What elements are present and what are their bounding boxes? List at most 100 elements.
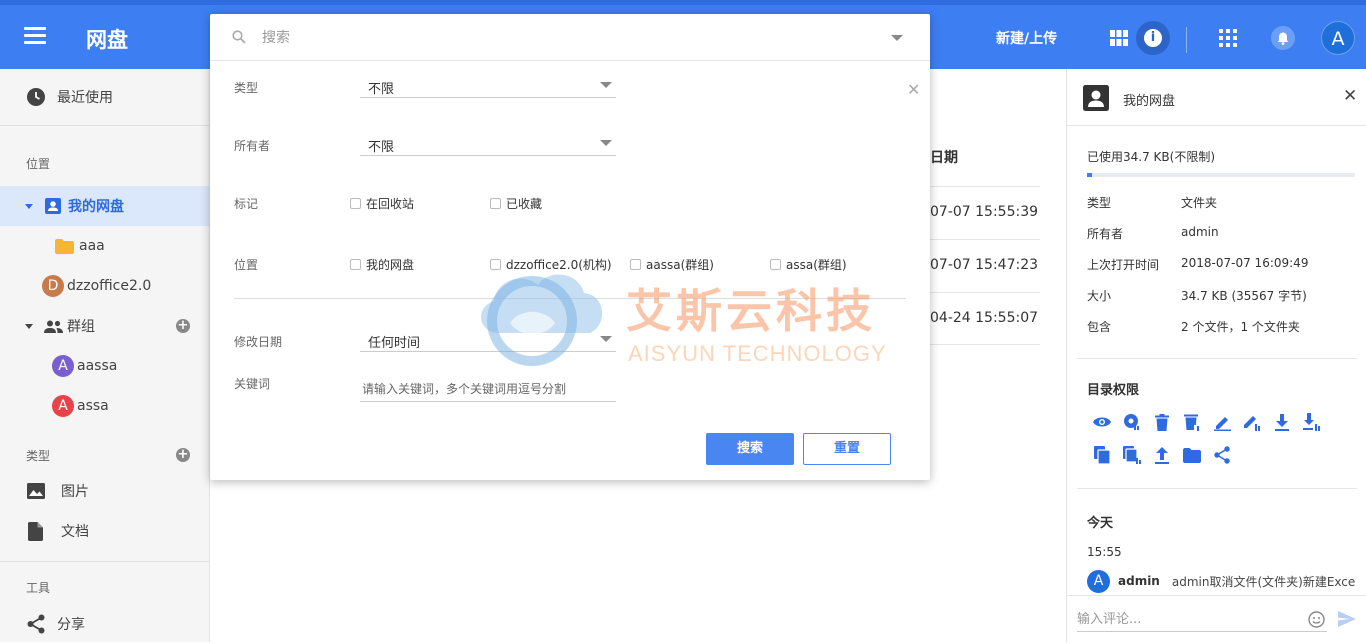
- sidebar-item-my-disk[interactable]: 我的网盘: [0, 186, 209, 226]
- edit-others-icon[interactable]: [1243, 413, 1261, 431]
- sidebar-item-recent[interactable]: 最近使用: [0, 77, 209, 117]
- app-title: 网盘: [86, 28, 128, 52]
- share-icon[interactable]: [1213, 446, 1231, 464]
- prop-value: admin: [1181, 225, 1219, 239]
- delete-icon[interactable]: [1153, 413, 1171, 431]
- usage-text: 已使用34.7 KB(不限制): [1087, 150, 1215, 164]
- sidebar-item-share[interactable]: 分享: [0, 604, 209, 644]
- sidebar-item-documents[interactable]: 文档: [0, 511, 209, 551]
- checkbox-label: dzzoffice2.0(机构): [506, 258, 612, 272]
- details-panel: 我的网盘 ✕ 已使用34.7 KB(不限制) 类型 文件夹 所有者 admin …: [1066, 69, 1366, 642]
- sidebar-item-images[interactable]: 图片: [0, 471, 209, 511]
- type-select-value: 不限: [368, 82, 395, 97]
- prop-label: 大小: [1087, 289, 1112, 303]
- search-input[interactable]: [262, 27, 862, 49]
- menu-icon[interactable]: [24, 27, 46, 45]
- close-icon[interactable]: ✕: [1343, 86, 1357, 106]
- table-row[interactable]: 04-24 15:55:07: [930, 292, 1040, 345]
- search-options-caret-icon[interactable]: [891, 35, 903, 41]
- user-avatar[interactable]: A: [1321, 21, 1355, 55]
- download-others-icon[interactable]: [1303, 413, 1321, 431]
- document-icon: [28, 521, 43, 541]
- add-group-icon[interactable]: +: [176, 319, 190, 333]
- location-section-title: 位置: [26, 157, 51, 171]
- type-filter-label: 类型: [234, 81, 259, 95]
- share-icon: [27, 614, 45, 634]
- recycle-bin-checkbox[interactable]: 在回收站: [350, 195, 414, 212]
- checkbox-label: 在回收站: [366, 197, 415, 211]
- prop-value: 2 个文件，1 个文件夹: [1181, 320, 1300, 334]
- upload-icon[interactable]: [1153, 446, 1171, 464]
- checkbox-label: assa(群组): [786, 258, 847, 272]
- location-my-disk-checkbox[interactable]: 我的网盘: [350, 256, 414, 273]
- view-icon[interactable]: [1093, 413, 1111, 431]
- bell-icon[interactable]: [1266, 21, 1300, 55]
- sidebar-item-org[interactable]: D dzzoffice2.0: [0, 266, 209, 306]
- details-header: 我的网盘 ✕: [1067, 69, 1366, 126]
- info-icon[interactable]: i: [1136, 21, 1170, 55]
- caret-down-icon[interactable]: [25, 203, 33, 209]
- view-others-icon[interactable]: [1123, 413, 1141, 431]
- search-icon: [232, 30, 246, 44]
- activity-text: admin取消文件(文件夹)新建Exce: [1171, 574, 1356, 589]
- sidebar-item-label: aassa: [77, 358, 118, 374]
- checkbox-label: aassa(群组): [646, 258, 714, 272]
- sidebar-item-folder-aaa[interactable]: aaa: [0, 226, 209, 266]
- new-folder-icon[interactable]: [1183, 446, 1201, 464]
- top-divider: [1186, 27, 1187, 53]
- sidebar-item-label: 最近使用: [57, 90, 113, 106]
- activity-time: 15:55: [1087, 545, 1122, 559]
- activity-title: 今天: [1087, 516, 1114, 531]
- type-select[interactable]: 不限: [360, 72, 616, 98]
- add-type-icon[interactable]: +: [176, 448, 190, 462]
- folder-icon: [55, 238, 74, 254]
- location-group-assa-checkbox[interactable]: assa(群组): [770, 256, 847, 273]
- owner-select-value: 不限: [368, 140, 395, 155]
- favorited-checkbox[interactable]: 已收藏: [490, 195, 542, 212]
- user-box-icon: [45, 198, 61, 214]
- modified-date-select[interactable]: 任何时间: [360, 326, 616, 352]
- delete-others-icon[interactable]: [1183, 413, 1201, 431]
- sidebar-item-group-assa[interactable]: A assa: [0, 386, 209, 426]
- activity-item[interactable]: A admin admin取消文件(文件夹)新建Exce: [1087, 569, 1357, 593]
- location-group-aassa-checkbox[interactable]: aassa(群组): [630, 256, 714, 273]
- emoji-icon[interactable]: [1308, 611, 1325, 628]
- prop-value: 2018-07-07 16:09:49: [1181, 256, 1309, 270]
- location-org-checkbox[interactable]: dzzoffice2.0(机构): [490, 256, 612, 273]
- grid-view-icon[interactable]: [1102, 21, 1136, 55]
- apps-icon[interactable]: [1211, 21, 1245, 55]
- filter-divider: [234, 298, 906, 299]
- location-filter-label: 位置: [234, 258, 259, 272]
- edit-icon[interactable]: [1213, 413, 1231, 431]
- sidebar-item-group-aassa[interactable]: A aassa: [0, 346, 209, 386]
- sidebar-item-label: 文档: [61, 524, 89, 540]
- send-icon[interactable]: [1338, 611, 1356, 627]
- row-date: 07-07 15:55:39: [930, 204, 1039, 220]
- copy-others-icon[interactable]: [1123, 446, 1141, 464]
- close-icon[interactable]: ✕: [907, 80, 920, 99]
- group-avatar: A: [52, 395, 74, 417]
- row-date: 04-24 15:55:07: [930, 310, 1039, 326]
- sidebar-divider: [0, 125, 209, 126]
- reset-button[interactable]: 重置: [803, 433, 891, 465]
- section-divider: [1077, 488, 1357, 489]
- clock-icon: [26, 87, 46, 107]
- table-row[interactable]: 07-07 15:55:39: [930, 186, 1040, 239]
- modified-select-value: 任何时间: [368, 336, 421, 351]
- comment-input[interactable]: [1077, 608, 1327, 632]
- caret-down-icon[interactable]: [25, 323, 33, 329]
- checkbox-label: 已收藏: [506, 197, 543, 211]
- prop-label: 类型: [1087, 196, 1112, 210]
- search-panel: ✕ 类型 不限 所有者 不限 标记 在回收站 已收藏 位置 我的网盘 dzzof…: [210, 14, 930, 480]
- date-column-header[interactable]: 日期: [930, 147, 958, 167]
- new-upload-button[interactable]: 新建/上传: [996, 28, 1057, 48]
- copy-icon[interactable]: [1093, 446, 1111, 464]
- download-icon[interactable]: [1273, 413, 1291, 431]
- owner-select[interactable]: 不限: [360, 130, 616, 156]
- owner-filter-label: 所有者: [234, 139, 271, 153]
- chevron-down-icon: [600, 336, 612, 342]
- search-button[interactable]: 搜索: [706, 433, 794, 465]
- type-section-title: 类型: [26, 449, 51, 463]
- table-row[interactable]: 07-07 15:47:23: [930, 239, 1040, 292]
- keyword-input[interactable]: [360, 376, 616, 402]
